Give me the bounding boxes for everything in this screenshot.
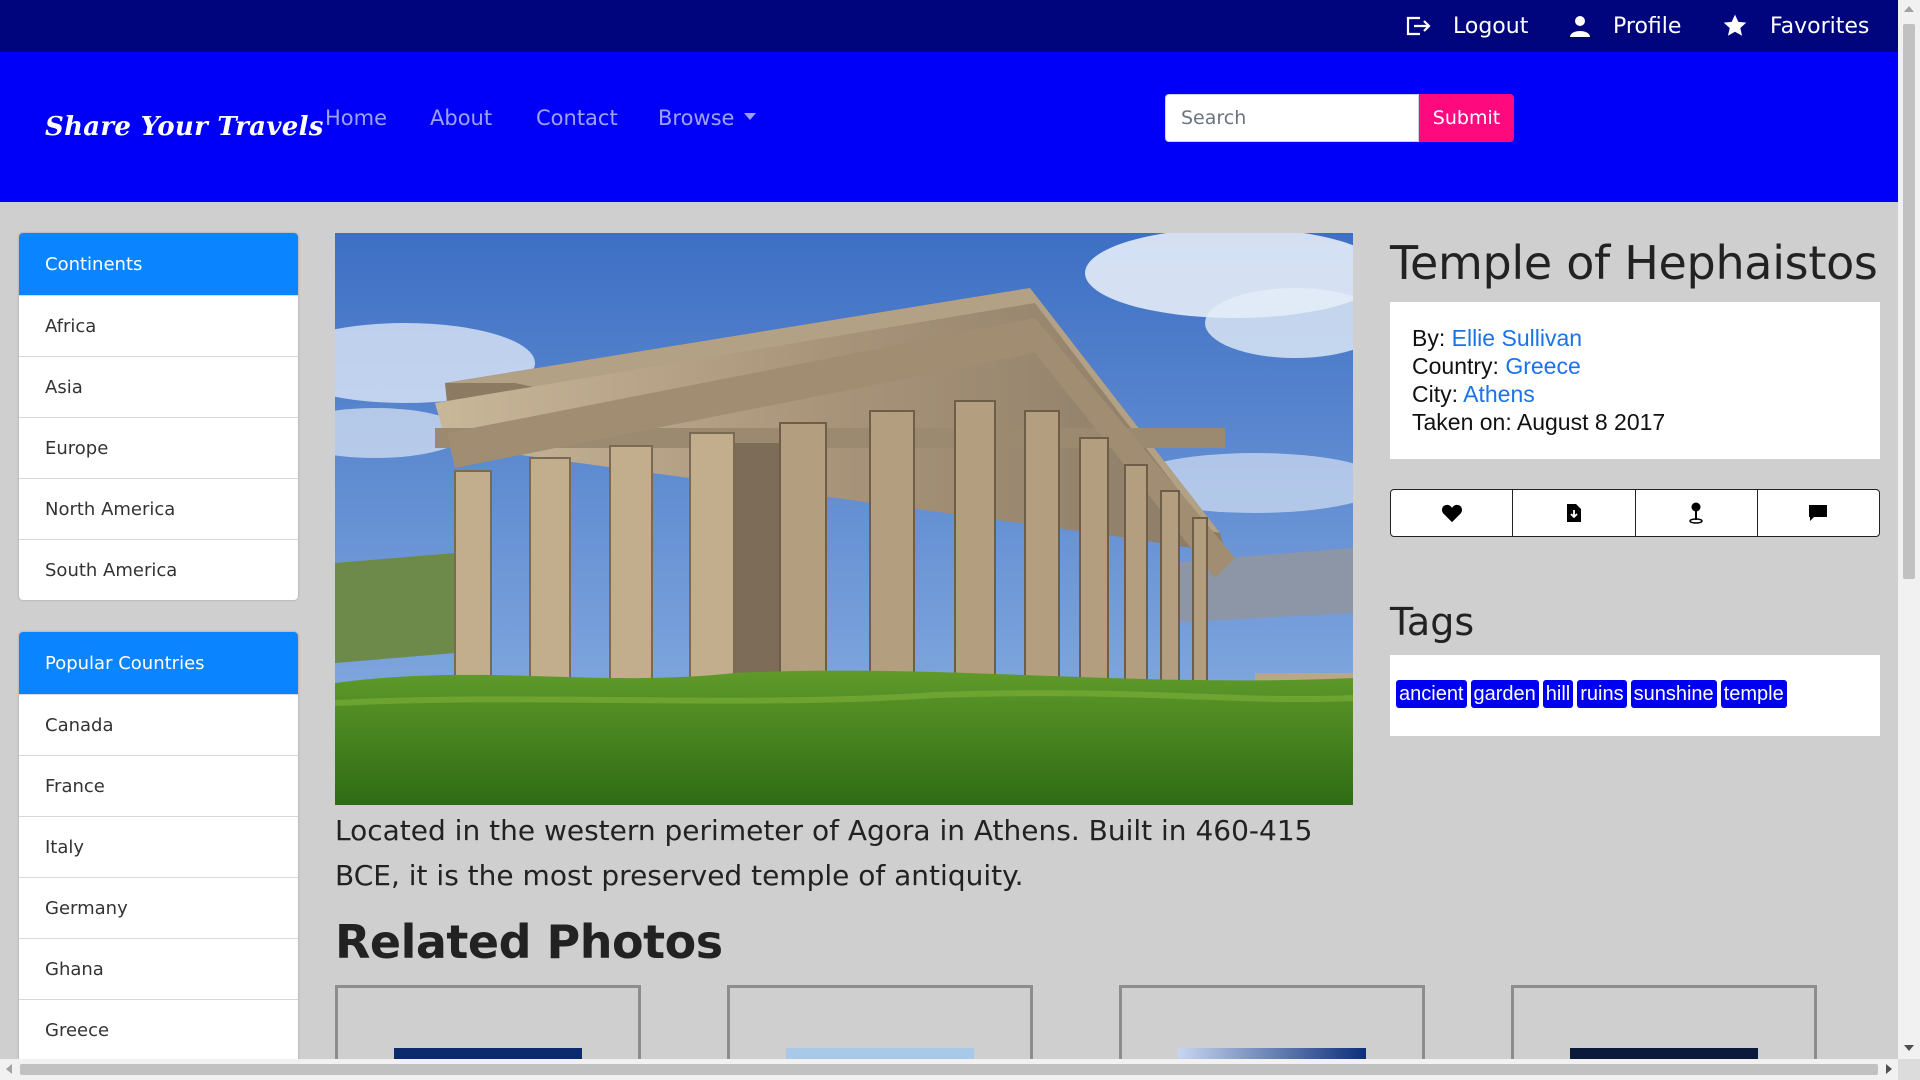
tag-sunshine[interactable]: sunshine (1630, 680, 1717, 708)
related-photo-thumbnail (786, 1048, 974, 1059)
tag-garden[interactable]: garden (1470, 680, 1539, 708)
country-item-canada[interactable]: Canada (19, 694, 298, 755)
popular-countries-list: Popular Countries Canada France Italy Ge… (19, 632, 298, 1059)
main-navbar: Share Your Travels Home About Contact Br… (0, 52, 1898, 202)
country-link[interactable]: Greece (1505, 353, 1580, 379)
nav-browse-dropdown[interactable]: Browse (658, 106, 757, 130)
nav-browse-label: Browse (658, 106, 735, 130)
vertical-scrollbar[interactable] (1898, 0, 1920, 1059)
download-button[interactable] (1513, 490, 1636, 536)
related-photo-card[interactable] (727, 985, 1033, 1059)
search-input[interactable] (1165, 94, 1419, 142)
tag-ancient[interactable]: ancient (1396, 680, 1467, 708)
favorites-label: Favorites (1770, 13, 1870, 39)
brand-logo[interactable]: Share Your Travels (45, 112, 324, 142)
continent-item-asia[interactable]: Asia (19, 356, 298, 417)
countries-header: Popular Countries (19, 632, 298, 694)
horizontal-scroll-thumb[interactable] (20, 1064, 1878, 1075)
related-photo-thumbnail (1178, 1048, 1366, 1059)
continent-item-europe[interactable]: Europe (19, 417, 298, 478)
logout-link[interactable]: Logout (1405, 0, 1528, 52)
country-item-italy[interactable]: Italy (19, 816, 298, 877)
favorite-button[interactable] (1391, 490, 1514, 536)
profile-label: Profile (1613, 13, 1682, 39)
scrollbar-corner (1898, 1059, 1920, 1080)
photo-actions (1390, 489, 1880, 537)
photo-title: Temple of Hephaistos (1390, 236, 1878, 290)
continents-header: Continents (19, 233, 298, 295)
related-photo-card[interactable] (1511, 985, 1817, 1059)
author-link[interactable]: Ellie Sullivan (1452, 325, 1582, 351)
scroll-up-icon[interactable] (1904, 6, 1914, 12)
file-download-icon (1566, 504, 1581, 522)
page: Logout Profile Favorites Share Your Trav… (0, 0, 1898, 1059)
main-photo (335, 233, 1353, 805)
city-link[interactable]: Athens (1463, 381, 1535, 407)
country-item-france[interactable]: France (19, 755, 298, 816)
photo-details: By: Ellie Sullivan Country: Greece City:… (1390, 302, 1880, 459)
user-icon (1570, 16, 1590, 37)
scroll-down-icon[interactable] (1904, 1045, 1914, 1051)
related-photo-card[interactable] (335, 985, 641, 1059)
author-row: By: Ellie Sullivan (1412, 324, 1858, 352)
city-row: City: Athens (1412, 380, 1858, 408)
photo-description: Located in the western perimeter of Agor… (335, 814, 1313, 892)
nav-contact[interactable]: Contact (536, 106, 618, 130)
tag-hill[interactable]: hill (1542, 680, 1574, 708)
related-photos-heading: Related Photos (335, 915, 723, 969)
top-utility-bar: Logout Profile Favorites (0, 0, 1898, 52)
tags-list: ancient garden hill ruins sunshine temple (1390, 655, 1880, 736)
heart-icon (1441, 504, 1462, 523)
related-photo-thumbnail (394, 1048, 582, 1059)
tags-heading: Tags (1390, 600, 1475, 644)
by-label: By: (1412, 325, 1446, 351)
country-label: Country: (1412, 353, 1499, 379)
horizontal-scrollbar[interactable] (0, 1059, 1898, 1080)
continent-item-africa[interactable]: Africa (19, 295, 298, 356)
logout-label: Logout (1453, 13, 1529, 39)
scroll-right-icon[interactable] (1886, 1064, 1892, 1074)
scroll-left-icon[interactable] (6, 1064, 12, 1074)
comment-icon (1809, 505, 1828, 521)
continent-item-north-america[interactable]: North America (19, 478, 298, 539)
tag-temple[interactable]: temple (1720, 680, 1787, 708)
logout-icon (1406, 16, 1431, 36)
continents-list: Continents Africa Asia Europe North Amer… (19, 233, 298, 600)
country-item-germany[interactable]: Germany (19, 877, 298, 938)
related-photo-thumbnail (1570, 1048, 1758, 1059)
city-label: City: (1412, 381, 1458, 407)
submit-button[interactable]: Submit (1419, 94, 1514, 142)
map-button[interactable] (1636, 490, 1758, 536)
country-item-ghana[interactable]: Ghana (19, 938, 298, 999)
taken-label: Taken on: (1412, 409, 1512, 435)
related-photo-card[interactable] (1119, 985, 1425, 1059)
favorites-link[interactable]: Favorites (1722, 0, 1869, 52)
tag-ruins[interactable]: ruins (1577, 680, 1627, 708)
nav-home[interactable]: Home (325, 106, 387, 130)
vertical-scroll-thumb[interactable] (1903, 24, 1915, 579)
country-item-greece[interactable]: Greece (19, 999, 298, 1059)
country-row: Country: Greece (1412, 352, 1858, 380)
map-pin-icon (1689, 502, 1703, 524)
continent-item-south-america[interactable]: South America (19, 539, 298, 600)
taken-date: August 8 2017 (1516, 409, 1666, 435)
comment-button[interactable] (1758, 490, 1879, 536)
nav-about[interactable]: About (430, 106, 492, 130)
profile-link[interactable]: Profile (1569, 0, 1681, 52)
taken-row: Taken on: August 8 2017 (1412, 408, 1858, 436)
caret-down-icon (744, 112, 757, 120)
star-icon (1723, 14, 1747, 36)
